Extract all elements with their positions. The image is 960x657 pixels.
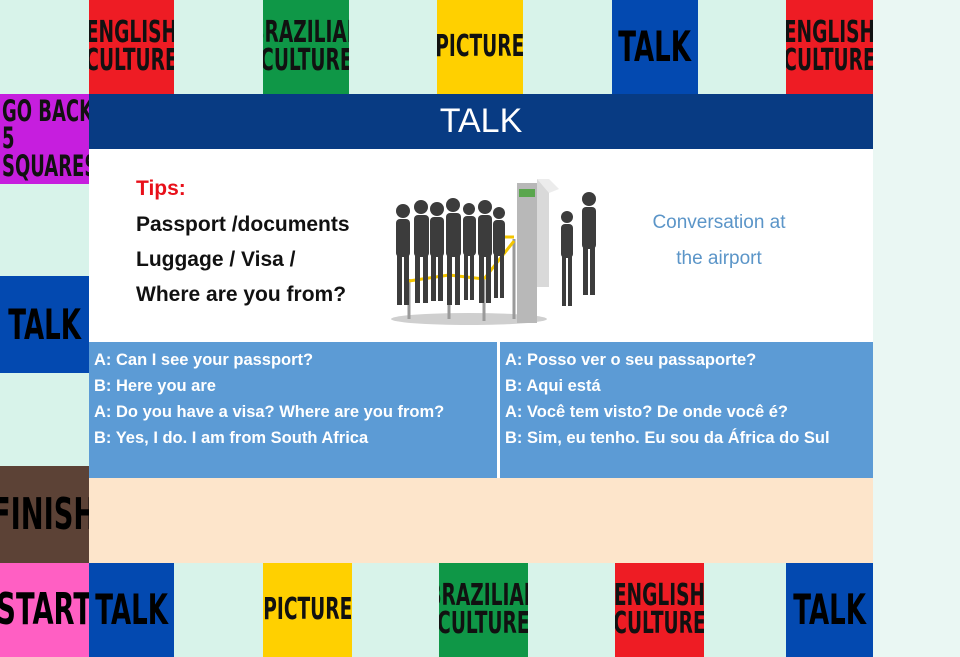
conversation-caption-line: the airport [676,248,762,269]
dialog-line: B: Yes, I do. I am from South Africa [94,429,369,447]
tip-line: Where are you from? [136,283,347,306]
dialog-line: A: Posso ver o seu passaporte? [505,351,757,369]
card-title: TALK [89,94,873,149]
tips-title: Tips: [136,177,186,200]
square-top-5-english-culture[interactable]: ENGLISH CULTURE [786,0,873,94]
dialog-line: B: Sim, eu tenho. Eu sou da África do Su… [505,429,830,447]
square-top-2-brazilian-culture[interactable]: BRAZILIAN CULTURE [263,0,349,94]
dialog-line: B: Aqui está [505,377,601,395]
dialog-line: A: Can I see your passport? [94,351,314,369]
square-start[interactable]: START [0,563,89,657]
square-finish[interactable]: FINISH [0,466,89,563]
dialog-english-column: A: Can I see your passport? B: Here you … [89,342,497,478]
empty-answer-area [89,478,873,563]
square-top-3-picture[interactable]: PICTURE [437,0,523,94]
conversation-caption: Conversation at the airport [619,205,819,277]
tips-panel: Tips: Passport /documents Luggage / Visa… [89,149,873,342]
square-bottom-2-picture[interactable]: PICTURE [263,563,352,657]
square-bottom-4-english-culture[interactable]: ENGLISH CULTURE [615,563,704,657]
board-right-margin [873,0,960,657]
dialog-line: A: Você tem visto? De onde você é? [505,403,789,421]
square-top-4-talk[interactable]: TALK [612,0,698,94]
tip-line: Luggage / Visa / [136,248,296,271]
square-left-talk[interactable]: TALK [0,276,89,373]
square-top-1-english-culture[interactable]: ENGLISH CULTURE [89,0,174,94]
tip-line: Passport /documents [136,213,350,236]
tips-block: Tips: Passport /documents Luggage / Visa… [136,177,350,312]
airport-queue-illustration-icon [391,179,596,325]
conversation-caption-line: Conversation at [652,212,786,233]
dialog-line: B: Here you are [94,377,216,395]
dialog-line: A: Do you have a visa? Where are you fro… [94,403,445,421]
square-left-go-back-5-squares[interactable]: GO BACK 5 SQUARES [0,94,89,184]
square-bottom-5-talk[interactable]: TALK [786,563,873,657]
square-bottom-1-talk[interactable]: TALK [89,563,174,657]
dialog-portuguese-column: A: Posso ver o seu passaporte? B: Aqui e… [500,342,873,478]
square-bottom-3-brazilian-culture[interactable]: BRAZILIAN CULTURE [439,563,528,657]
dialog-table: A: Can I see your passport? B: Here you … [89,342,873,478]
